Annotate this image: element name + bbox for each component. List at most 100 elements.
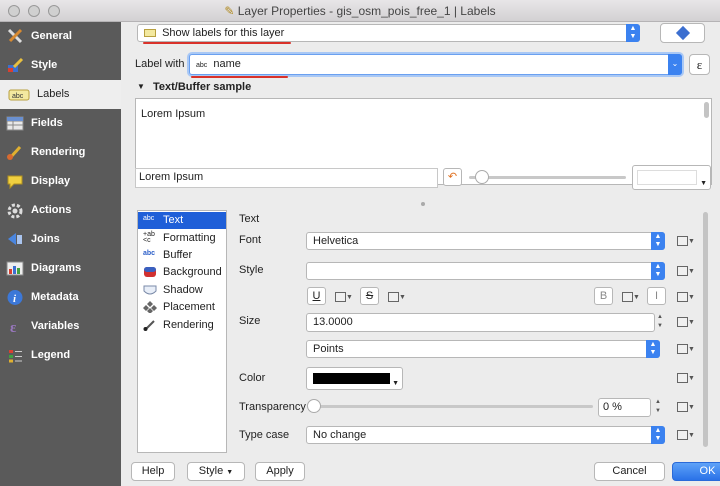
transparency-label: Transparency <box>239 401 306 413</box>
type-case-label: Type case <box>239 429 290 441</box>
underline-button[interactable]: U <box>307 287 326 305</box>
stepper-icon[interactable]: ▲ ▼ <box>657 313 666 332</box>
shadow-icon <box>143 285 157 295</box>
transparency-spinbox[interactable]: 0 % <box>598 398 651 417</box>
reset-sample-button[interactable]: ↶ <box>443 168 462 186</box>
data-defined-override-button[interactable]: ▼ <box>675 399 695 415</box>
annotation-underline <box>143 42 291 44</box>
scale-slider-handle[interactable] <box>475 170 489 184</box>
chart-icon <box>6 261 24 276</box>
legend-icon <box>9 350 22 363</box>
data-defined-override-button[interactable]: ▼ <box>333 289 353 305</box>
strikeout-button[interactable]: S <box>360 287 379 305</box>
style-label: Style <box>239 264 264 276</box>
formatting-icon: +ab <c <box>143 231 155 244</box>
collapse-triangle-icon[interactable]: ▼ <box>137 82 145 91</box>
data-defined-override-button[interactable]: ▼ <box>675 314 695 330</box>
scrollbar[interactable] <box>703 212 708 447</box>
title-bar: ✎ Layer Properties - gis_osm_pois_free_1… <box>0 0 720 22</box>
tree-item-background[interactable]: Background <box>138 264 226 281</box>
pencil-icon: ✎ <box>224 4 235 18</box>
color-swatch <box>313 373 390 384</box>
info-icon: i <box>7 290 23 305</box>
color-swatch <box>637 170 697 185</box>
type-case-combo[interactable]: No change ▲ ▼ <box>306 426 665 444</box>
rule-based-button[interactable] <box>660 23 705 43</box>
svg-text:abc: abc <box>12 93 24 100</box>
abc-label-icon <box>144 29 156 38</box>
data-defined-override-button[interactable]: ▼ <box>675 370 695 386</box>
font-label: Font <box>239 234 262 246</box>
tree-item-buffer[interactable]: abc Buffer <box>138 247 226 264</box>
expression-button[interactable]: ε <box>689 54 710 75</box>
wrench-screwdriver-icon <box>7 28 23 44</box>
scrollbar[interactable] <box>704 102 709 118</box>
tree-item-formatting[interactable]: +ab <c Formatting <box>138 230 226 247</box>
data-defined-override-button[interactable]: ▼ <box>675 341 695 357</box>
labels-panel: Show labels for this layer ▲ ▼ Label with… <box>121 22 720 486</box>
tree-item-rendering[interactable]: Rendering <box>138 317 226 334</box>
sidebar-item-actions[interactable]: Actions <box>0 196 121 225</box>
abc-label-icon: abc <box>8 89 30 101</box>
labels-mode-combo[interactable]: Show labels for this layer ▲ ▼ <box>137 24 640 42</box>
tree-item-shadow[interactable]: Shadow <box>138 282 226 299</box>
placement-icon <box>143 301 157 313</box>
sidebar-item-diagrams[interactable]: Diagrams <box>0 254 121 283</box>
epsilon-icon: ε <box>10 320 17 335</box>
apply-button[interactable]: Apply <box>255 462 305 481</box>
join-arrow-icon <box>8 233 22 245</box>
sidebar-item-general[interactable]: General <box>0 22 121 51</box>
color-label: Color <box>239 372 266 384</box>
data-defined-override-button[interactable]: ▼ <box>675 263 695 279</box>
epsilon-icon: ε <box>696 57 703 72</box>
scale-slider-track[interactable] <box>469 176 626 179</box>
data-defined-override-button[interactable]: ▼ <box>386 289 406 305</box>
stepper-icon[interactable]: ▲ ▼ <box>655 398 664 417</box>
label-field-combo[interactable]: abc name ⌄ <box>189 54 682 75</box>
size-spinbox[interactable]: 13.0000 <box>306 313 655 332</box>
splitter-handle[interactable] <box>421 202 425 206</box>
sample-text-input[interactable]: Lorem Ipsum <box>135 168 438 188</box>
help-button[interactable]: Help <box>131 462 175 481</box>
chevron-down-icon: ▼ <box>226 469 234 476</box>
tree-item-placement[interactable]: Placement <box>138 299 226 316</box>
bold-button[interactable]: B <box>594 287 613 305</box>
transparency-slider-track[interactable] <box>311 405 593 408</box>
sidebar-item-rendering[interactable]: Rendering <box>0 138 121 167</box>
section-title-text: Text <box>239 213 260 225</box>
settings-tree: abc Text +ab <c Formatting abc Buffer Bac… <box>137 210 227 453</box>
chevron-updown-icon: ▲ ▼ <box>651 262 665 280</box>
transparency-slider-handle[interactable] <box>307 399 321 413</box>
data-defined-override-button[interactable]: ▼ <box>675 427 695 443</box>
gear-icon <box>7 203 23 219</box>
style-menu-button[interactable]: Style ▼ <box>187 462 245 481</box>
data-defined-override-button[interactable]: ▼ <box>675 289 695 305</box>
sidebar-item-metadata[interactable]: i Metadata <box>0 283 121 312</box>
text-color-button[interactable]: ▼ <box>306 367 403 390</box>
sidebar-item-variables[interactable]: ε Variables <box>0 312 121 341</box>
chevron-down-icon: ▼ <box>392 380 399 387</box>
sidebar: General Style abc Labels Fields Renderin… <box>0 22 121 486</box>
sidebar-item-style[interactable]: Style <box>0 51 121 80</box>
background-shape-icon <box>144 267 156 277</box>
abc-text-icon: abc <box>143 215 155 222</box>
diamond-grid-icon <box>675 25 690 41</box>
sidebar-item-labels[interactable]: abc Labels <box>0 80 121 109</box>
background-color-button[interactable]: ▼ <box>632 165 711 190</box>
undo-arrow-icon: ↶ <box>447 171 458 183</box>
sidebar-item-display[interactable]: Display <box>0 167 121 196</box>
size-unit-combo[interactable]: Points ▲ ▼ <box>306 340 660 358</box>
data-defined-override-button[interactable]: ▼ <box>620 289 640 305</box>
sidebar-item-fields[interactable]: Fields <box>0 109 121 138</box>
ok-button[interactable]: OK <box>672 462 720 481</box>
chevron-updown-icon: ▲ ▼ <box>651 232 665 250</box>
cancel-button[interactable]: Cancel <box>594 462 665 481</box>
font-style-combo[interactable]: ▲ ▼ <box>306 262 665 280</box>
italic-button[interactable]: I <box>647 287 666 305</box>
sidebar-item-legend[interactable]: Legend <box>0 341 121 370</box>
tree-item-text[interactable]: abc Text <box>138 212 226 229</box>
font-combo[interactable]: Helvetica ▲ ▼ <box>306 232 665 250</box>
label-with-label: Label with <box>135 58 185 70</box>
data-defined-override-button[interactable]: ▼ <box>675 233 695 249</box>
sidebar-item-joins[interactable]: Joins <box>0 225 121 254</box>
